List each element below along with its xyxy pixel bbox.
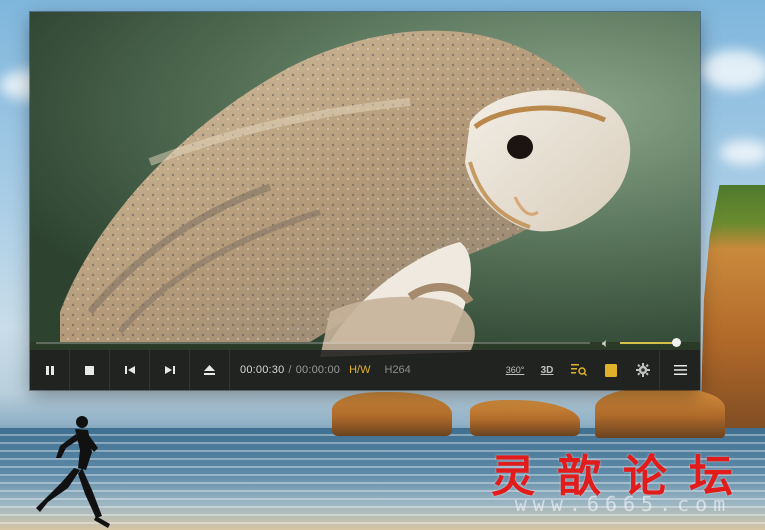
zoom-button[interactable] [563,350,595,390]
zoom-list-icon [571,364,587,377]
stop-button[interactable] [70,350,110,390]
codec-label: H264 [384,364,411,376]
360-button[interactable]: 360° [499,350,531,390]
skip-previous-icon [124,366,135,374]
time-separator: / [288,364,292,376]
previous-button[interactable] [110,350,150,390]
eject-button[interactable] [190,350,230,390]
3d-button[interactable]: 3D [531,350,563,390]
watermark-url: www.6665.com [514,492,732,516]
time-display: 00:00:30 / 00:00:00 [240,364,340,376]
watermark: 灵歆论坛 www.6665.com [488,440,758,520]
stop-icon [85,365,94,375]
hardware-accel-toggle[interactable]: H/W [349,364,370,376]
video-player-window: 🔈︎ 00:00:30 / 00:00:00 H/W H264 360° 3D [30,12,700,390]
control-bar: 00:00:30 / 00:00:00 H/W H264 360° 3D [30,350,700,390]
volume-slider-handle[interactable] [672,338,681,347]
sea-arch-rock [595,388,725,438]
speaker-icon[interactable]: 🔈︎ [602,336,616,350]
seek-bar[interactable] [36,342,590,344]
runner-silhouette [36,416,110,528]
menu-button[interactable] [659,350,700,390]
eject-icon [204,365,215,375]
pause-button[interactable] [30,350,70,390]
current-time: 00:00:30 [240,364,285,376]
cloud [700,50,765,90]
subtitle-button[interactable] [595,350,627,390]
sea-rock [332,392,452,436]
360-label: 360° [505,365,525,375]
total-duration: 00:00:00 [295,364,341,376]
skip-next-icon [164,366,175,374]
subtitle-icon [605,363,617,377]
next-button[interactable] [150,350,190,390]
volume-slider[interactable] [620,342,676,344]
right-controls: 360° 3D [499,350,700,390]
gear-icon [636,363,650,377]
3d-label: 3D [540,364,554,376]
pause-icon [45,365,54,375]
sea-rock [470,400,580,436]
hamburger-menu-icon [673,365,687,375]
settings-button[interactable] [627,350,659,390]
cloud [720,140,765,165]
